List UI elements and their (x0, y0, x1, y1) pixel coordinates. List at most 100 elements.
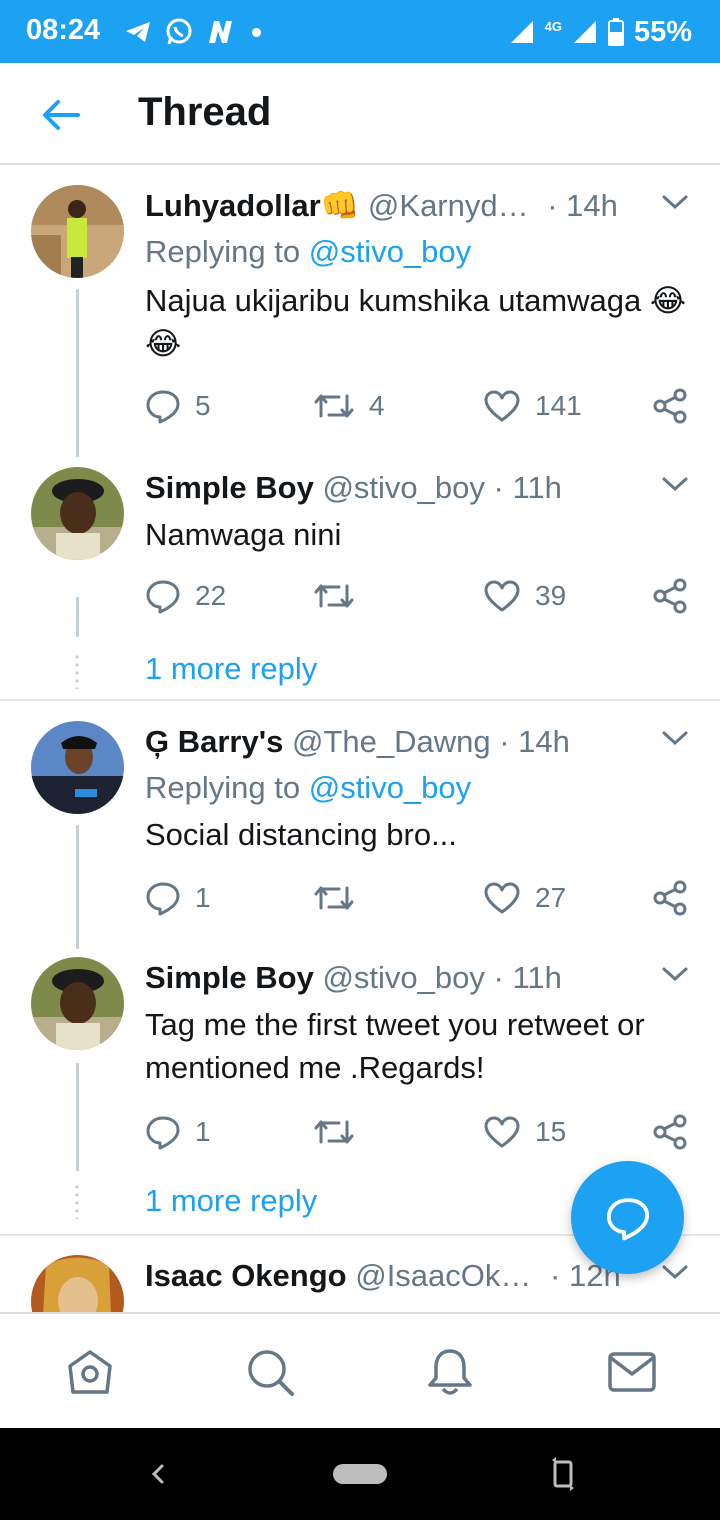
thread-dots (75, 653, 79, 689)
retweet-button[interactable] (313, 877, 369, 919)
compose-reply-button[interactable] (571, 1161, 684, 1274)
system-navigation-bar (0, 1428, 720, 1520)
retweet-button[interactable] (313, 575, 369, 617)
display-name[interactable]: Simple Boy (145, 960, 314, 995)
tweet[interactable]: Luhyadollar👊 @Karnyd… · 14h Replying to … (0, 185, 720, 457)
thread-connector (76, 1063, 79, 1171)
thread-connector (76, 597, 79, 637)
rotate-screen-icon[interactable] (550, 1456, 576, 1492)
display-name[interactable]: Ģ Barry's (145, 724, 283, 759)
replying-to-label: Replying to (145, 234, 309, 269)
thread-list[interactable]: Luhyadollar👊 @Karnyd… · 14h Replying to … (0, 165, 720, 1312)
retweet-icon (314, 584, 354, 608)
user-handle[interactable]: @stivo_boy (322, 960, 484, 995)
avatar[interactable] (31, 957, 124, 1050)
app-header: Thread (0, 63, 720, 165)
bottom-navigation (0, 1312, 720, 1428)
reply-icon (146, 1116, 180, 1150)
like-button[interactable]: 27 (483, 877, 566, 919)
chevron-down-icon[interactable] (660, 473, 690, 497)
reply-count: 1 (195, 882, 211, 913)
like-count: 39 (535, 580, 567, 611)
avatar[interactable] (31, 721, 124, 814)
thread-connector (76, 825, 79, 949)
more-replies-link[interactable]: 1 more reply (145, 1183, 317, 1219)
page-title: Thread (138, 90, 272, 134)
reply-button[interactable]: 22 (145, 575, 226, 617)
tweet-time: · 14h (547, 188, 618, 223)
nav-home[interactable] (62, 1344, 118, 1400)
display-name[interactable]: Luhyadollar👊 (145, 188, 359, 223)
reply-bubble-icon (606, 1197, 649, 1240)
user-handle[interactable]: @The_Dawng (292, 724, 491, 759)
signal-icon-2 (573, 21, 596, 43)
reply-count: 5 (195, 390, 211, 421)
more-replies-link[interactable]: 1 more reply (145, 651, 317, 687)
signal-icon (510, 21, 533, 43)
avatar[interactable] (31, 467, 124, 560)
user-handle[interactable]: @Karnyd… (368, 188, 529, 223)
like-count: 27 (535, 882, 567, 913)
chevron-down-icon[interactable] (660, 727, 690, 751)
nav-notifications[interactable] (422, 1344, 478, 1400)
share-button[interactable] (651, 877, 689, 919)
heart-icon (484, 1116, 520, 1148)
retweet-count: 4 (369, 390, 385, 421)
like-count: 141 (535, 390, 582, 421)
reply-icon (146, 580, 180, 614)
system-home-pill[interactable] (333, 1464, 387, 1484)
share-button[interactable] (651, 385, 689, 427)
mention-link[interactable]: @stivo_boy (309, 234, 471, 269)
user-handle[interactable]: @stivo_boy (322, 470, 484, 505)
like-count: 15 (535, 1116, 567, 1147)
divider (0, 699, 720, 701)
chevron-down-icon[interactable] (660, 1261, 690, 1285)
display-name[interactable]: Isaac Okengo (145, 1258, 347, 1293)
user-handle[interactable]: @IsaacOk… (355, 1258, 531, 1293)
tweet[interactable]: Ģ Barry's @The_Dawng · 14h Replying to @… (0, 721, 720, 961)
avatar[interactable] (31, 185, 124, 278)
news-app-icon (209, 21, 232, 43)
reply-button[interactable]: 5 (145, 385, 211, 427)
replying-to-label: Replying to (145, 770, 309, 805)
avatar[interactable] (31, 1255, 124, 1312)
tweet-text: Tag me the first tweet you retweet or me… (145, 1007, 645, 1085)
tweet-header: Luhyadollar👊 @Karnyd… · 14h (145, 185, 645, 227)
heart-icon (484, 580, 520, 612)
nav-messages[interactable] (604, 1344, 660, 1400)
reply-button[interactable]: 1 (145, 877, 211, 919)
replying-to: Replying to @stivo_boy (145, 231, 471, 273)
share-button[interactable] (651, 1111, 689, 1153)
back-button[interactable] (36, 93, 86, 137)
tweet-actions: 1 27 (145, 877, 705, 919)
tweet-actions: 5 4 141 (145, 385, 705, 427)
status-system-icons: 4G 55% (509, 14, 692, 50)
status-bar: 08:24 4G 55% (0, 0, 720, 63)
tweet-time: · 11h (493, 960, 562, 995)
like-button[interactable]: 141 (483, 385, 582, 427)
reply-icon (146, 882, 180, 916)
like-button[interactable]: 39 (483, 575, 566, 617)
heart-icon (484, 390, 520, 422)
tweet-actions: 22 39 (145, 575, 705, 617)
reply-button[interactable]: 1 (145, 1111, 211, 1153)
like-button[interactable]: 15 (483, 1111, 566, 1153)
system-back-icon[interactable] (146, 1460, 170, 1488)
share-button[interactable] (651, 575, 689, 617)
chevron-down-icon[interactable] (660, 191, 690, 215)
heart-icon (484, 882, 520, 914)
whatsapp-icon (166, 18, 192, 45)
search-icon (248, 1350, 294, 1396)
retweet-button[interactable] (313, 1111, 369, 1153)
tweet-text: Social distancing bro... (145, 817, 457, 852)
nav-search[interactable] (242, 1344, 298, 1400)
tweet[interactable]: Simple Boy @stivo_boy · 11h Namwaga nini… (0, 467, 720, 697)
reply-count: 22 (195, 580, 227, 611)
display-name[interactable]: Simple Boy (145, 470, 314, 505)
messages-icon (608, 1352, 656, 1392)
battery-icon (607, 18, 624, 46)
mention-link[interactable]: @stivo_boy (309, 770, 471, 805)
chevron-down-icon[interactable] (660, 963, 690, 987)
tweet-time: · 14h (499, 724, 570, 759)
retweet-button[interactable]: 4 (313, 385, 385, 427)
